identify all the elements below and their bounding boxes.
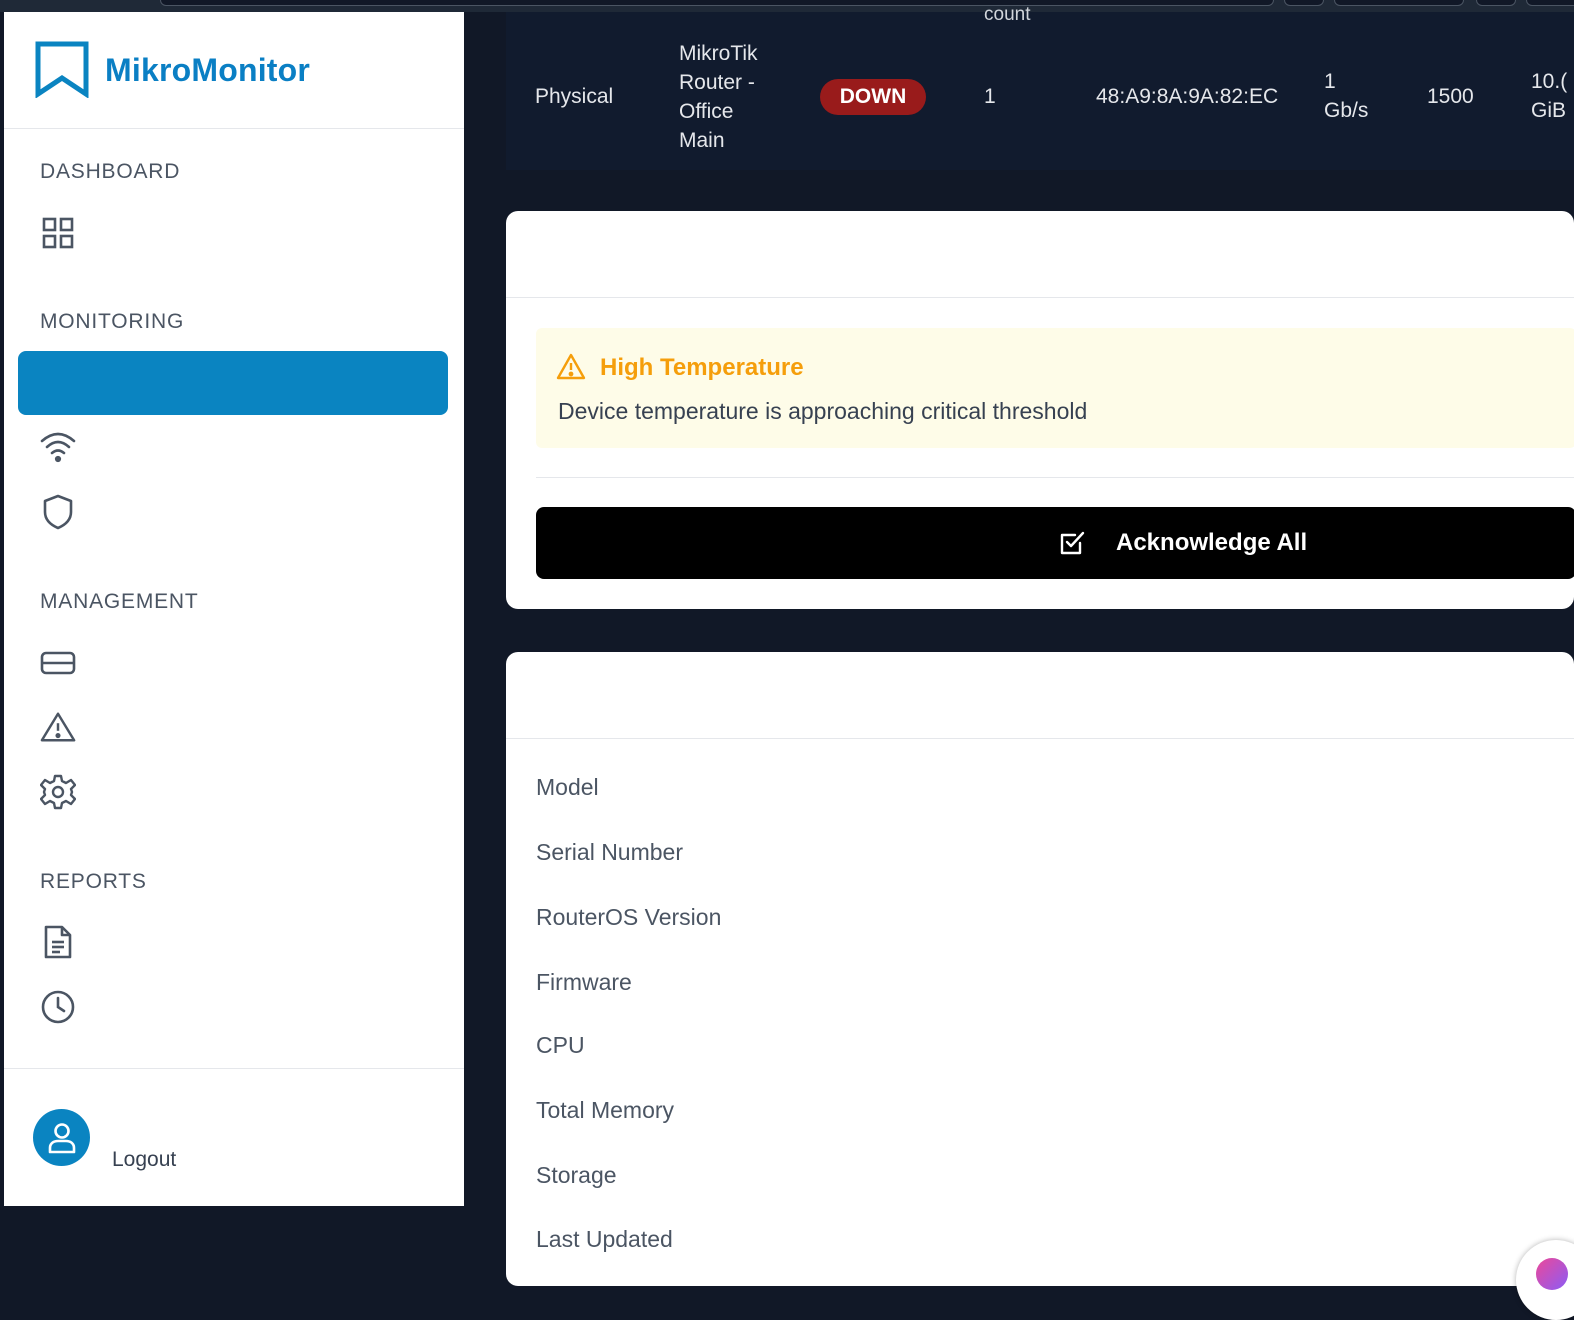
shield-icon[interactable] — [40, 494, 76, 530]
sidebar: MikroMonitor DASHBOARD MONITORING MANAGE… — [4, 12, 464, 1206]
browser-tab-pill[interactable] — [1334, 0, 1464, 6]
sidebar-item-active[interactable] — [18, 351, 448, 415]
bookmark-logo-icon — [35, 41, 89, 98]
device-info-card: Model Serial Number RouterOS Version Fir… — [506, 652, 1574, 1286]
user-avatar[interactable] — [33, 1109, 90, 1166]
sidebar-footer-divider — [4, 1068, 464, 1069]
document-icon[interactable] — [40, 924, 76, 960]
section-monitoring: MONITORING — [40, 310, 185, 333]
info-label-memory: Total Memory — [536, 1097, 675, 1123]
section-management: MANAGEMENT — [40, 590, 199, 613]
cell-traffic: 10.( GiB — [1531, 70, 1568, 122]
alert-item[interactable]: High Temperature Device temperature is a… — [536, 328, 1574, 448]
info-label-last-updated: Last Updated — [536, 1226, 673, 1252]
browser-tab-pill[interactable] — [1476, 0, 1516, 6]
acknowledge-all-button[interactable]: Acknowledge All — [536, 507, 1574, 579]
info-label-firmware: Firmware — [536, 969, 632, 995]
device-info-header — [506, 652, 1574, 739]
browser-top-strip — [0, 0, 1574, 12]
brand-header: MikroMonitor — [4, 12, 464, 129]
checkbox-check-icon — [1060, 531, 1085, 555]
warning-icon[interactable] — [40, 709, 76, 745]
alerts-divider — [536, 477, 1574, 478]
section-dashboard: DASHBOARD — [40, 160, 181, 183]
user-icon — [48, 1122, 75, 1153]
browser-tab-pill[interactable] — [1526, 0, 1574, 6]
info-label-storage: Storage — [536, 1162, 617, 1188]
cell-device: MikroTik Router - Office Main — [679, 42, 758, 152]
wifi-icon[interactable] — [40, 429, 76, 465]
logout-link[interactable]: Logout — [112, 1148, 176, 1172]
brain-icon — [1536, 1258, 1568, 1290]
column-header-count: count — [984, 4, 1031, 25]
browser-tab-pill[interactable] — [1284, 0, 1324, 6]
dashboard-grid-icon[interactable] — [40, 215, 76, 251]
section-reports: REPORTS — [40, 870, 147, 893]
brand-name[interactable]: MikroMonitor — [105, 52, 310, 89]
browser-tab-pill[interactable] — [160, 0, 1274, 6]
info-label-routeros: RouterOS Version — [536, 904, 722, 930]
gear-icon[interactable] — [40, 774, 76, 810]
alert-message: Device temperature is approaching critic… — [558, 398, 1088, 424]
interfaces-table-row: count Physical MikroTik Router - Office … — [506, 4, 1574, 170]
info-label-model: Model — [536, 774, 599, 800]
alerts-card: High Temperature Device temperature is a… — [506, 211, 1574, 609]
alerts-card-header — [506, 211, 1574, 298]
cell-mtu: 1500 — [1427, 85, 1474, 108]
cell-count: 1 — [984, 85, 996, 108]
cell-mac: 48:A9:8A:9A:82:EC — [1096, 85, 1279, 108]
card-icon[interactable] — [40, 645, 76, 681]
cell-type: Physical — [535, 85, 614, 108]
status-badge: DOWN — [820, 79, 926, 115]
cell-speed: 1 Gb/s — [1324, 70, 1369, 122]
acknowledge-all-label: Acknowledge All — [1116, 529, 1308, 556]
alert-warning-icon — [556, 353, 586, 380]
clock-icon[interactable] — [40, 989, 76, 1025]
info-label-serial: Serial Number — [536, 839, 683, 865]
alert-title: High Temperature — [600, 354, 804, 381]
info-label-cpu: CPU — [536, 1032, 585, 1058]
